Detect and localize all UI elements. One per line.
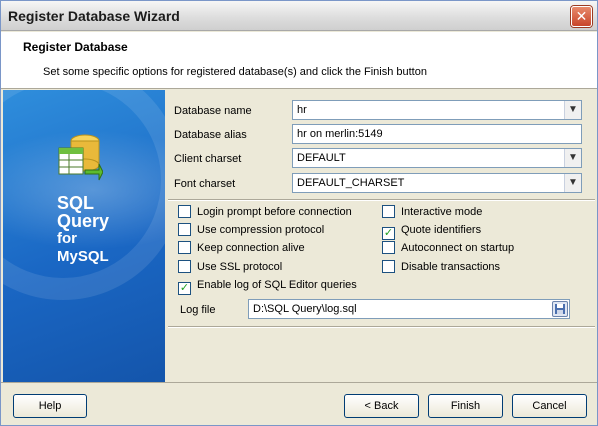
database-alias-input[interactable]: hr on merlin:5149	[292, 124, 582, 144]
checkbox-box[interactable]	[178, 260, 191, 273]
checkbox-box[interactable]	[382, 241, 395, 254]
font-charset-label: Font charset	[174, 178, 236, 190]
logo-line-1: SQL	[57, 193, 95, 213]
quote-identifiers-checkbox[interactable]: ✓ Quote identifiers	[382, 222, 482, 240]
wizard-header: Register Database Set some specific opti…	[1, 32, 597, 89]
checkbox-box[interactable]	[178, 223, 191, 236]
logo-line-4: MySQL	[57, 248, 109, 265]
database-name-label: Database name	[174, 105, 252, 117]
use-ssl-checkbox[interactable]: Use SSL protocol	[178, 259, 282, 275]
wizard-window: Register Database Wizard ✕ Register Data…	[0, 0, 598, 426]
finish-button[interactable]: Finish	[428, 394, 503, 418]
use-compression-label: Use compression protocol	[197, 224, 325, 236]
client-charset-combo[interactable]: DEFAULT ▼	[292, 148, 582, 168]
floppy-glyph	[555, 304, 565, 314]
client-charset-label: Client charset	[174, 153, 242, 165]
checkbox-box[interactable]	[178, 205, 191, 218]
page-description: Set some specific options for registered…	[43, 66, 427, 78]
save-icon[interactable]	[552, 301, 568, 317]
font-charset-value: DEFAULT_CHARSET	[297, 177, 405, 189]
autoconnect-checkbox[interactable]: Autoconnect on startup	[382, 240, 514, 256]
login-prompt-checkbox[interactable]: Login prompt before connection	[178, 204, 352, 220]
enable-log-checkbox[interactable]: ✓ Enable log of SQL Editor queries	[178, 277, 357, 295]
interactive-mode-label: Interactive mode	[401, 206, 483, 218]
keep-alive-checkbox[interactable]: Keep connection alive	[178, 240, 305, 256]
log-file-value: D:\SQL Query\log.sql	[253, 303, 357, 315]
autoconnect-label: Autoconnect on startup	[401, 242, 515, 254]
options-panel: Database name hr ▼ Database alias hr on …	[166, 90, 597, 382]
font-charset-combo[interactable]: DEFAULT_CHARSET ▼	[292, 173, 582, 193]
enable-log-label: Enable log of SQL Editor queries	[197, 279, 357, 291]
interactive-mode-checkbox[interactable]: Interactive mode	[382, 204, 482, 220]
separator	[168, 199, 595, 201]
close-button[interactable]: ✕	[571, 6, 592, 27]
chevron-down-icon[interactable]: ▼	[564, 101, 581, 119]
cancel-button[interactable]: Cancel	[512, 394, 587, 418]
wizard-footer: Help < Back Finish Cancel	[1, 382, 597, 425]
log-file-input[interactable]: D:\SQL Query\log.sql	[248, 299, 570, 319]
check-icon[interactable]: ✓	[382, 227, 395, 240]
use-ssl-label: Use SSL protocol	[197, 261, 283, 273]
login-prompt-label: Login prompt before connection	[197, 206, 352, 218]
back-button[interactable]: < Back	[344, 394, 419, 418]
sidebar-banner: SQL Query for MySQL	[3, 90, 165, 382]
log-file-label: Log file	[180, 304, 216, 316]
disable-transactions-label: Disable transactions	[401, 261, 501, 273]
close-icon: ✕	[575, 8, 588, 24]
database-alias-label: Database alias	[174, 129, 247, 141]
window-title: Register Database Wizard	[8, 8, 180, 24]
page-title: Register Database	[23, 40, 128, 54]
help-button[interactable]: Help	[13, 394, 87, 418]
database-table-icon	[58, 134, 103, 181]
chevron-down-icon[interactable]: ▼	[564, 149, 581, 167]
title-bar: Register Database Wizard ✕	[1, 1, 597, 31]
database-alias-value: hr on merlin:5149	[297, 128, 383, 140]
keep-alive-label: Keep connection alive	[197, 242, 305, 254]
checkbox-box[interactable]	[382, 260, 395, 273]
chevron-down-icon[interactable]: ▼	[564, 174, 581, 192]
logo-line-2: Query	[57, 211, 110, 231]
separator	[168, 326, 595, 328]
logo-line-3: for	[57, 230, 77, 247]
client-charset-value: DEFAULT	[297, 152, 346, 164]
database-name-value: hr	[297, 104, 307, 116]
checkbox-box[interactable]	[178, 241, 191, 254]
disable-transactions-checkbox[interactable]: Disable transactions	[382, 259, 500, 275]
checkbox-box[interactable]	[382, 205, 395, 218]
use-compression-checkbox[interactable]: Use compression protocol	[178, 222, 324, 238]
check-icon[interactable]: ✓	[178, 282, 191, 295]
product-logo: SQL Query for MySQL	[57, 194, 109, 266]
quote-identifiers-label: Quote identifiers	[401, 224, 482, 236]
database-name-combo[interactable]: hr ▼	[292, 100, 582, 120]
